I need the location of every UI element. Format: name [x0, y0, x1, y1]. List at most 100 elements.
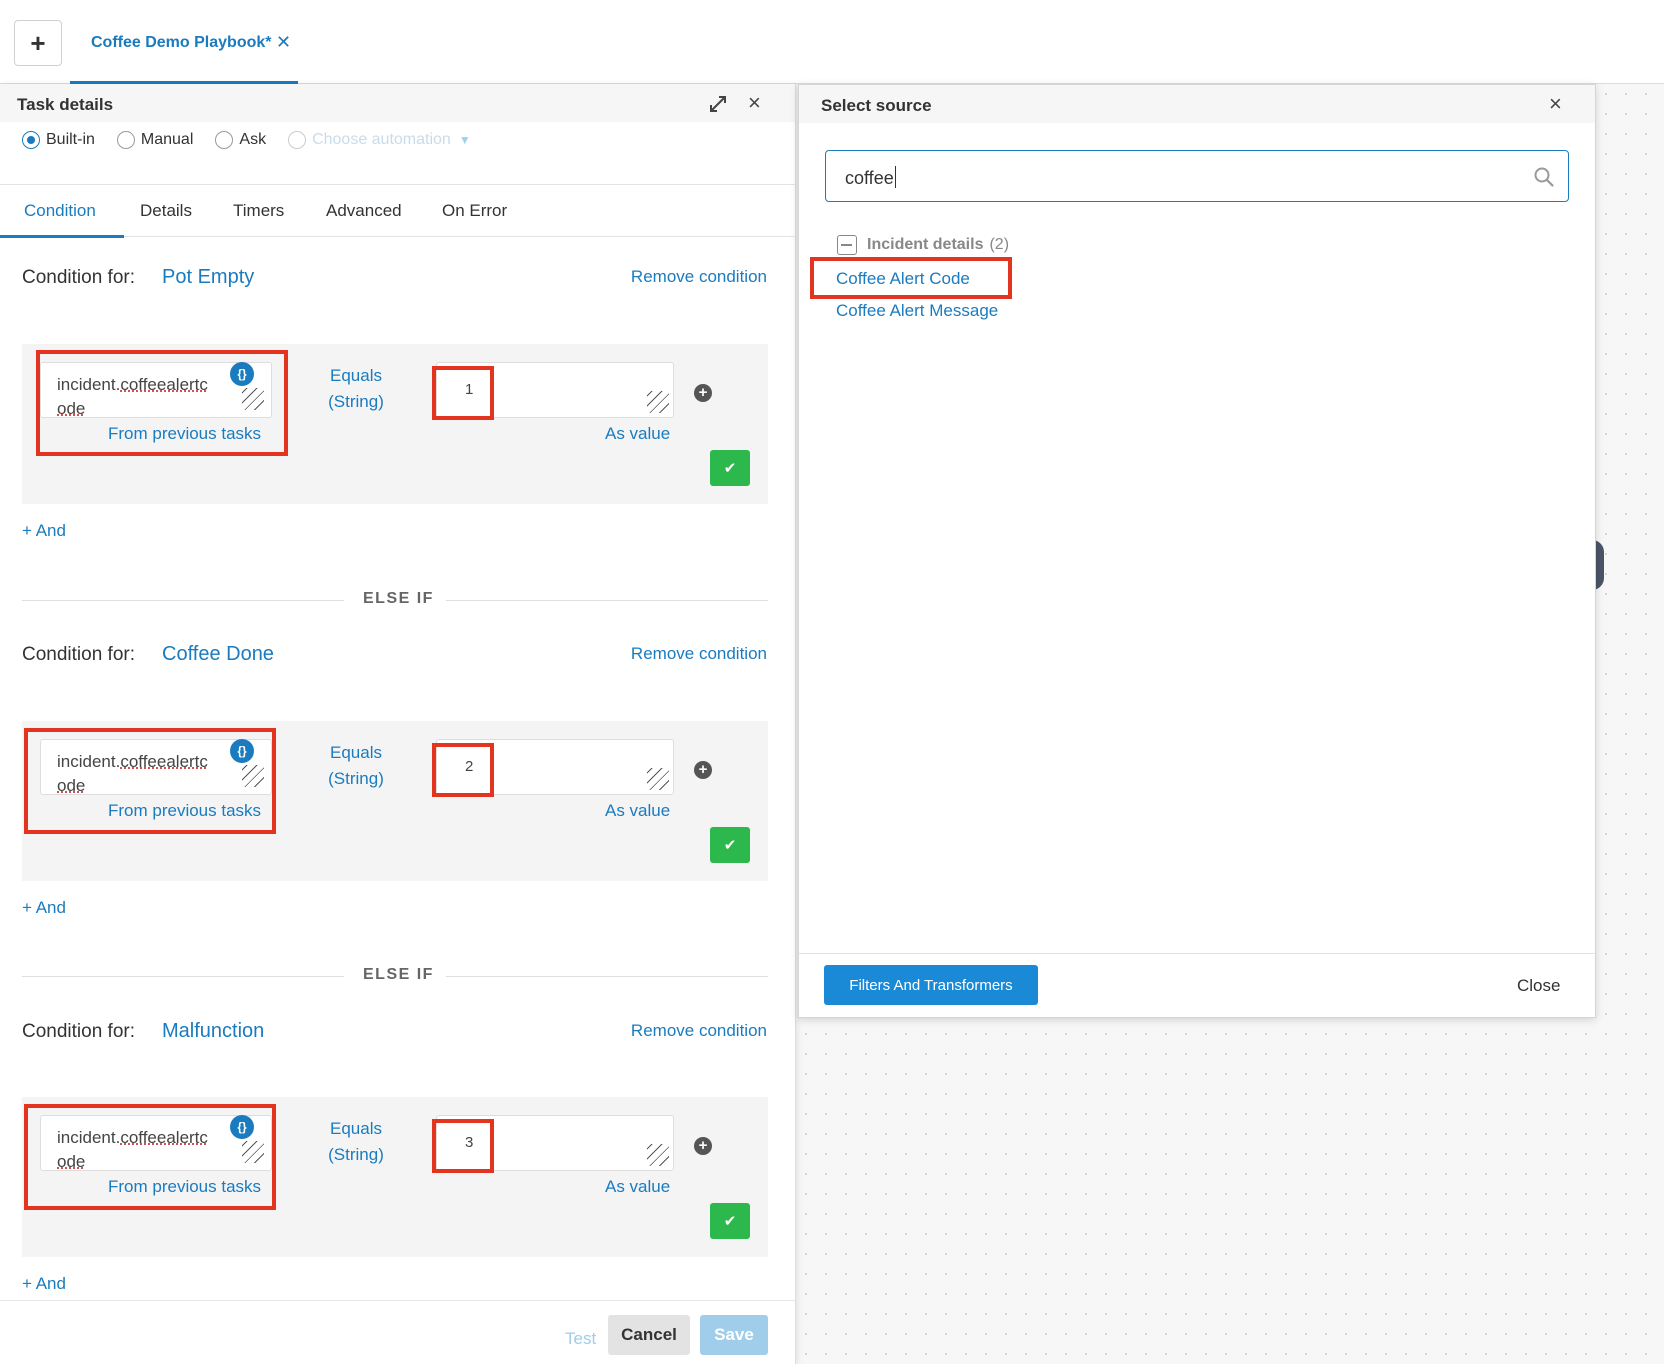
rhs-source-link[interactable]: As value [605, 1177, 670, 1197]
remove-condition-link[interactable]: Remove condition [631, 267, 767, 287]
group-label: Incident details [867, 236, 984, 253]
operator-label: Equals [330, 743, 382, 762]
select-source-panel: Select source × coffee Incident details … [798, 84, 1596, 1018]
condition-name[interactable]: Pot Empty [162, 266, 254, 289]
radio-icon [215, 131, 234, 149]
operator-type: (String) [328, 769, 384, 788]
highlight-box [432, 366, 494, 420]
select-source-header: Select source × [799, 85, 1595, 123]
task-type-group: Built-in Manual Ask Choose automation ▼ [22, 128, 493, 152]
radio-selected-icon [22, 131, 40, 149]
highlight-box [24, 1104, 276, 1210]
test-button[interactable]: Test [565, 1329, 596, 1349]
radio-label: Choose automation [312, 131, 451, 148]
resize-handle-icon[interactable] [647, 1144, 669, 1166]
condition-for-label: Condition for: [22, 1021, 136, 1042]
remove-condition-link[interactable]: Remove condition [631, 644, 767, 664]
operator-select[interactable]: Equals (String) [326, 363, 386, 415]
condition-for-label: Condition for: [22, 267, 136, 288]
rhs-source-link[interactable]: As value [605, 801, 670, 821]
playbook-tab-title[interactable]: Coffee Demo Playbook* [91, 34, 271, 52]
else-if-divider: ELSE IF [22, 966, 768, 986]
plus-icon: + [30, 27, 46, 58]
task-details-title: Task details [17, 95, 114, 114]
radio-ask[interactable]: Ask [215, 131, 266, 149]
resize-handle-icon[interactable] [647, 768, 669, 790]
remove-condition-link[interactable]: Remove condition [631, 1021, 767, 1041]
add-condition-icon[interactable]: + [694, 384, 712, 402]
radio-label: Ask [239, 131, 267, 148]
incident-details-group[interactable]: Incident details (2) [837, 235, 1009, 255]
select-source-footer: Filters And Transformers Close [799, 953, 1595, 1017]
highlight-box [432, 743, 494, 797]
highlight-box [432, 1119, 494, 1173]
save-button[interactable]: Save [700, 1315, 768, 1355]
cancel-button[interactable]: Cancel [608, 1315, 690, 1355]
add-and-link[interactable]: + And [22, 521, 66, 541]
task-details-panel: Task details × Built-in Manual Ask Choos… [0, 84, 796, 1364]
new-tab-button[interactable]: + [14, 20, 62, 66]
search-input[interactable]: coffee [825, 150, 1569, 202]
radio-label: Manual [140, 131, 194, 148]
radio-icon [288, 131, 307, 149]
highlight-box [24, 728, 276, 834]
top-bar: + Coffee Demo Playbook* ✕ [0, 0, 1664, 84]
close-button[interactable]: Close [1517, 976, 1560, 996]
operator-select[interactable]: Equals (String) [326, 740, 386, 792]
group-count: (2) [989, 236, 1010, 253]
add-condition-icon[interactable]: + [694, 1137, 712, 1155]
operator-label: Equals [330, 366, 382, 385]
chevron-down-icon: ▼ [458, 133, 471, 147]
highlight-box [810, 257, 1012, 299]
add-condition-icon[interactable]: + [694, 761, 712, 779]
add-and-link[interactable]: + And [22, 1274, 66, 1294]
radio-built-in[interactable]: Built-in [22, 131, 95, 149]
expand-icon[interactable] [708, 94, 728, 114]
tab-advanced[interactable]: Advanced [326, 201, 402, 221]
task-tabs: Condition Details Timers Advanced On Err… [0, 184, 795, 238]
divider-line [22, 600, 344, 601]
operator-select[interactable]: Equals (String) [326, 1116, 386, 1168]
filters-and-transformers-button[interactable]: Filters And Transformers [824, 965, 1038, 1005]
radio-label: Built-in [46, 131, 95, 148]
operator-label: Equals [330, 1119, 382, 1138]
condition-for-label: Condition for: [22, 644, 136, 665]
source-item-coffee-alert-message[interactable]: Coffee Alert Message [836, 301, 998, 321]
operator-type: (String) [328, 1145, 384, 1164]
resize-handle-icon[interactable] [647, 391, 669, 413]
radio-manual[interactable]: Manual [116, 131, 194, 149]
tab-on-error[interactable]: On Error [442, 201, 507, 221]
confirm-condition-button[interactable]: ✔ [710, 827, 750, 863]
rhs-source-link[interactable]: As value [605, 424, 670, 444]
else-if-divider: ELSE IF [22, 590, 768, 610]
radio-icon [116, 131, 135, 149]
select-source-title: Select source [821, 96, 932, 115]
check-icon: ✔ [723, 837, 737, 854]
condition-name[interactable]: Coffee Done [162, 643, 274, 666]
close-icon[interactable]: × [748, 90, 761, 116]
condition-name[interactable]: Malfunction [162, 1020, 264, 1043]
confirm-condition-button[interactable]: ✔ [710, 450, 750, 486]
task-details-header: Task details × [0, 84, 795, 122]
search-icon[interactable] [1532, 165, 1556, 189]
close-icon[interactable]: × [1549, 91, 1562, 117]
task-details-footer: Test Cancel Save [0, 1300, 795, 1364]
tab-timers[interactable]: Timers [233, 201, 284, 221]
tab-details[interactable]: Details [140, 201, 192, 221]
active-tab-indicator [0, 235, 124, 238]
confirm-condition-button[interactable]: ✔ [710, 1203, 750, 1239]
close-icon[interactable]: ✕ [276, 32, 291, 53]
check-icon: ✔ [723, 1213, 737, 1230]
check-icon: ✔ [723, 460, 737, 477]
else-if-label: ELSE IF [363, 590, 434, 607]
add-and-link[interactable]: + And [22, 898, 66, 918]
divider-line [446, 600, 768, 601]
divider-line [446, 976, 768, 977]
text-cursor [894, 166, 896, 188]
minus-square-icon[interactable] [837, 235, 857, 255]
search-value: coffee [845, 166, 896, 189]
search-text: coffee [845, 168, 894, 188]
tab-condition[interactable]: Condition [24, 201, 96, 221]
operator-type: (String) [328, 392, 384, 411]
highlight-box [36, 350, 288, 456]
